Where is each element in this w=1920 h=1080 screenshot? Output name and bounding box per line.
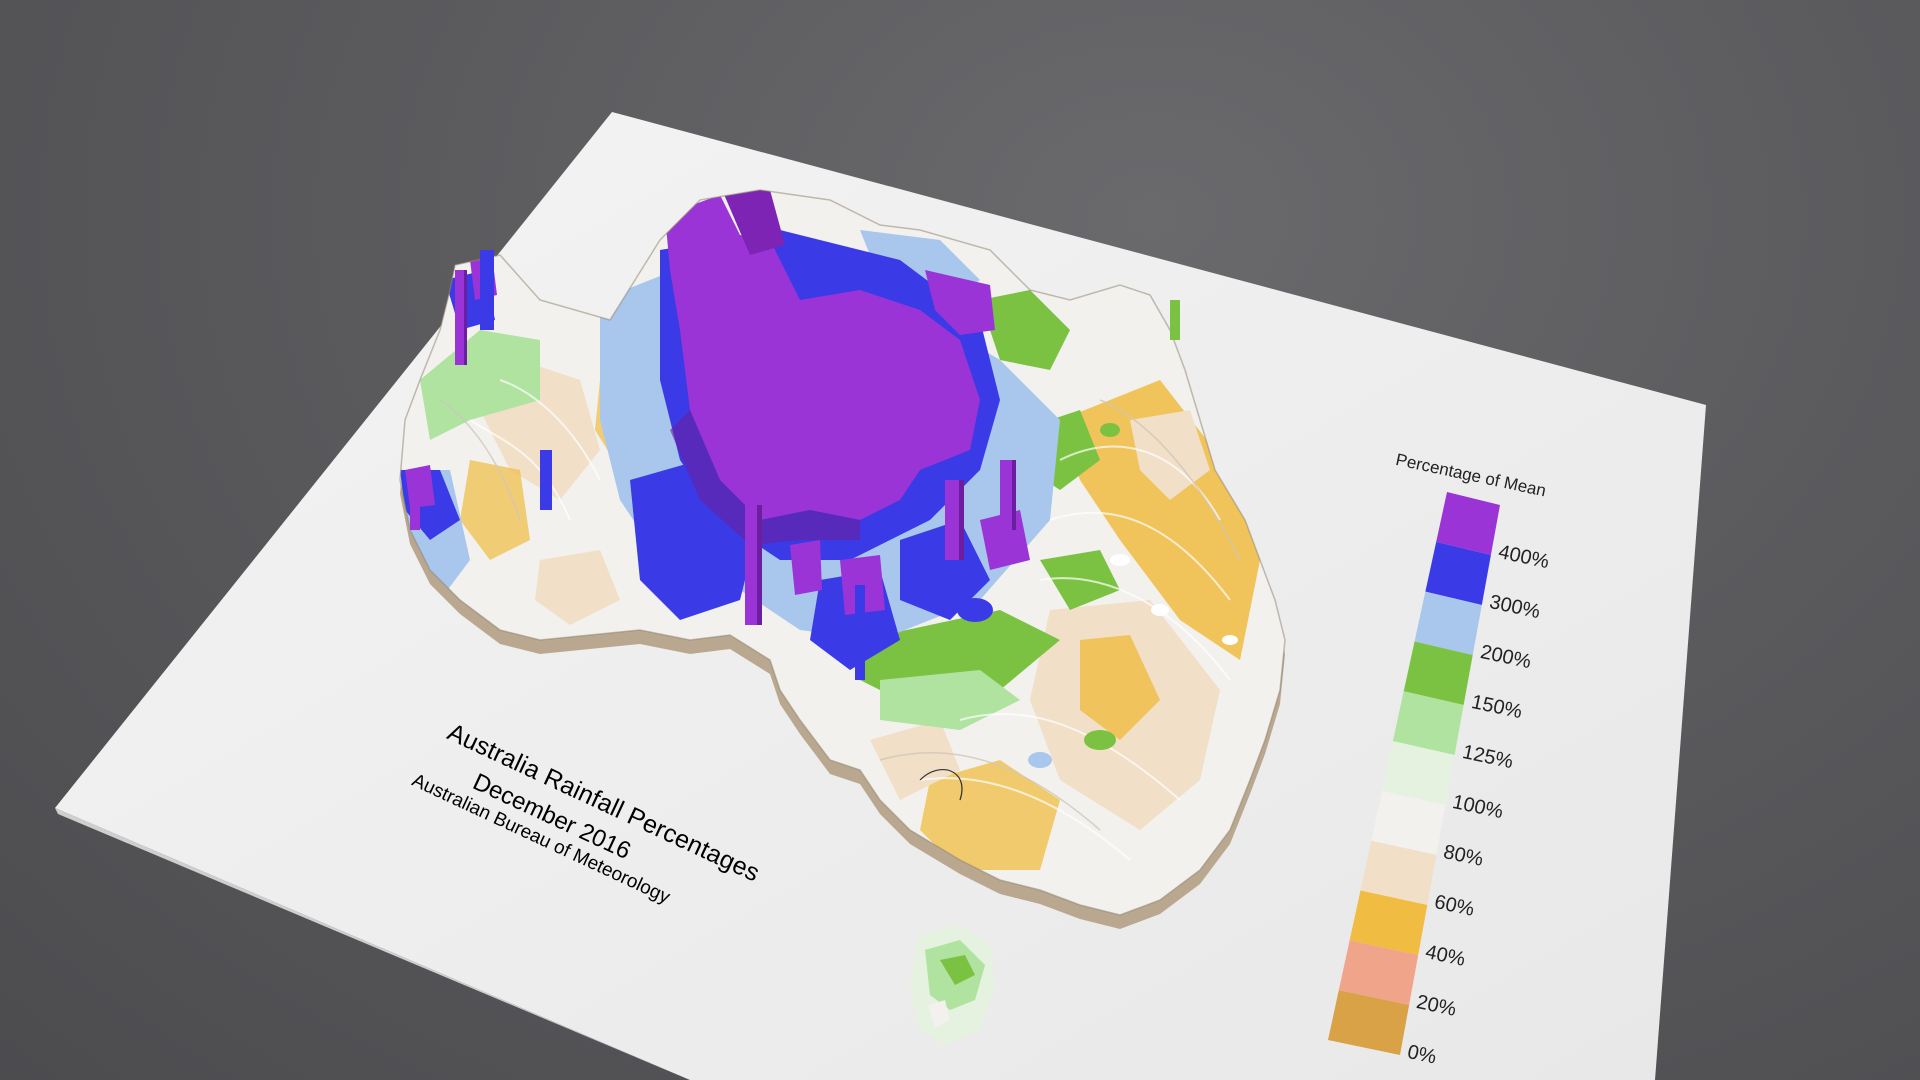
map-scene xyxy=(55,112,1706,1080)
